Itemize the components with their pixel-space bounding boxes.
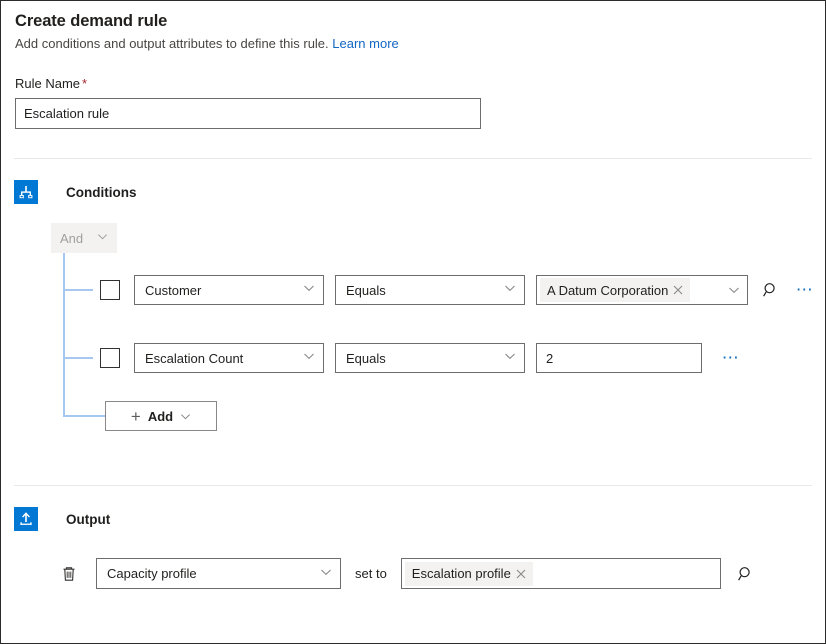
- close-icon[interactable]: [668, 279, 688, 301]
- value-token: Escalation profile: [405, 562, 533, 586]
- upload-icon: [14, 507, 38, 531]
- condition-operator-value: Equals: [346, 351, 504, 366]
- condition-select-checkbox[interactable]: [100, 348, 120, 368]
- rule-name-label-text: Rule Name: [15, 76, 80, 91]
- required-asterisk: *: [82, 76, 87, 91]
- section-divider-output: [14, 485, 812, 486]
- group-operator-value: And: [60, 231, 97, 246]
- plus-icon: +: [131, 408, 141, 425]
- output-attribute-value: Capacity profile: [107, 566, 320, 581]
- condition-tree-branch-1: [63, 289, 93, 291]
- search-icon[interactable]: [757, 276, 785, 304]
- ellipsis-icon: ⋯: [722, 353, 741, 363]
- chevron-down-icon: [97, 229, 108, 247]
- group-operator-dropdown[interactable]: And: [51, 223, 117, 253]
- condition-tree-branch-2: [63, 357, 93, 359]
- condition-select-checkbox[interactable]: [100, 280, 120, 300]
- chevron-down-icon: [504, 349, 516, 367]
- add-condition-button[interactable]: + Add: [105, 401, 217, 431]
- chevron-down-icon: [504, 281, 516, 299]
- page-title: Create demand rule: [15, 10, 805, 32]
- chevron-down-icon: [320, 565, 332, 583]
- rule-name-label: Rule Name*: [15, 75, 87, 93]
- output-section-header: Output: [14, 507, 110, 531]
- section-divider-conditions: [14, 158, 812, 159]
- hierarchy-icon: [14, 180, 38, 204]
- condition-operator-dropdown[interactable]: Equals: [335, 343, 525, 373]
- output-set-to-label: set to: [355, 566, 387, 581]
- conditions-section-header: Conditions: [14, 180, 137, 204]
- output-value-lookup[interactable]: Escalation profile: [401, 558, 721, 589]
- conditions-section-title: Conditions: [66, 185, 137, 200]
- condition-value-input[interactable]: [536, 343, 702, 373]
- chevron-down-icon[interactable]: [723, 277, 745, 303]
- delete-icon[interactable]: [56, 561, 82, 587]
- add-condition-label: Add: [148, 409, 173, 424]
- condition-attribute-dropdown[interactable]: Customer: [134, 275, 324, 305]
- chevron-down-icon: [303, 349, 315, 367]
- create-demand-rule-dialog: Create demand rule Add conditions and ou…: [0, 0, 826, 644]
- value-token-label: Escalation profile: [412, 566, 511, 581]
- value-token-label: A Datum Corporation: [547, 283, 668, 298]
- ellipsis-icon: ⋯: [796, 285, 815, 295]
- condition-tree-trunk: [63, 253, 65, 417]
- condition-operator-value: Equals: [346, 283, 504, 298]
- condition-attribute-value: Escalation Count: [145, 351, 303, 366]
- more-options-button[interactable]: ⋯: [791, 276, 819, 304]
- condition-operator-dropdown[interactable]: Equals: [335, 275, 525, 305]
- chevron-down-icon: [303, 281, 315, 299]
- learn-more-link[interactable]: Learn more: [332, 36, 398, 51]
- dialog-header: Create demand rule Add conditions and ou…: [15, 10, 805, 53]
- output-row: Capacity profile set to Escalation profi…: [56, 558, 760, 589]
- close-icon[interactable]: [511, 563, 531, 585]
- condition-attribute-value: Customer: [145, 283, 303, 298]
- more-options-button[interactable]: ⋯: [717, 344, 745, 372]
- search-icon[interactable]: [732, 560, 760, 588]
- rule-name-input[interactable]: [15, 98, 481, 129]
- page-subtitle-text: Add conditions and output attributes to …: [15, 36, 329, 51]
- output-attribute-dropdown[interactable]: Capacity profile: [96, 558, 341, 589]
- value-token: A Datum Corporation: [540, 278, 690, 302]
- condition-tree-branch-add: [63, 415, 109, 417]
- condition-value-lookup[interactable]: A Datum Corporation: [536, 275, 748, 305]
- output-section-title: Output: [66, 512, 110, 527]
- condition-row: Escalation Count Equals ⋯: [100, 343, 745, 373]
- page-subtitle: Add conditions and output attributes to …: [15, 35, 805, 53]
- chevron-down-icon: [180, 411, 191, 422]
- condition-attribute-dropdown[interactable]: Escalation Count: [134, 343, 324, 373]
- condition-row: Customer Equals A Datum Corporation: [100, 275, 819, 305]
